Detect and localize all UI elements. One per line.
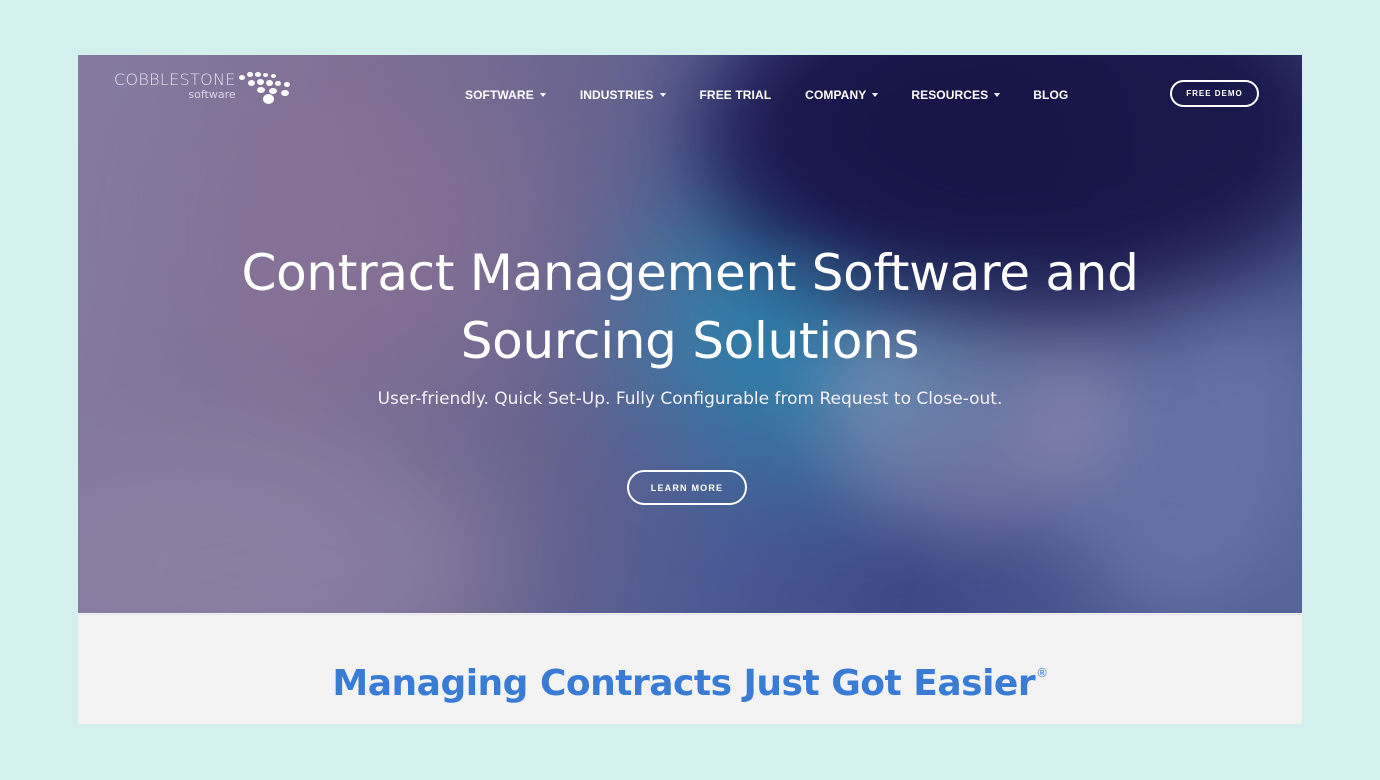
- intro-section: Managing Contracts Just Got Easier®: [78, 614, 1302, 724]
- nav-item-industries[interactable]: INDUSTRIES: [580, 88, 666, 102]
- hero-banner: COBBLESTONE software SOFTWARE INDUSTRIES…: [78, 55, 1302, 613]
- hero-subtitle: User-friendly. Quick Set-Up. Fully Confi…: [377, 389, 1003, 409]
- registered-trademark: ®: [1036, 666, 1048, 680]
- chevron-down-icon: [659, 93, 666, 97]
- nav-item-blog[interactable]: BLOG: [1033, 88, 1068, 102]
- main-nav: SOFTWARE INDUSTRIES FREE TRIAL COMPANY R…: [465, 88, 1068, 102]
- nav-item-free-trial[interactable]: FREE TRIAL: [700, 88, 772, 102]
- section-title: Managing Contracts Just Got Easier®: [332, 663, 1048, 704]
- browser-page: COBBLESTONE software SOFTWARE INDUSTRIES…: [78, 55, 1302, 724]
- nav-item-resources[interactable]: RESOURCES: [911, 88, 1001, 102]
- learn-more-button[interactable]: LEARN MORE: [627, 470, 747, 505]
- nav-item-software[interactable]: SOFTWARE: [465, 88, 546, 102]
- logo-subtitle: software: [188, 88, 236, 101]
- chevron-down-icon: [872, 93, 879, 97]
- cobblestone-dots-icon: [238, 69, 297, 105]
- free-demo-button[interactable]: FREE DEMO: [1170, 80, 1259, 107]
- hero-content: Contract Management Software and Sourcin…: [78, 239, 1302, 409]
- cobblestone-logo[interactable]: COBBLESTONE software: [114, 71, 297, 105]
- nav-item-company[interactable]: COMPANY: [805, 88, 879, 102]
- chevron-down-icon: [539, 93, 546, 97]
- hero-title: Contract Management Software and Sourcin…: [241, 244, 1139, 370]
- logo-name: COBBLESTONE: [114, 70, 236, 89]
- chevron-down-icon: [994, 93, 1001, 97]
